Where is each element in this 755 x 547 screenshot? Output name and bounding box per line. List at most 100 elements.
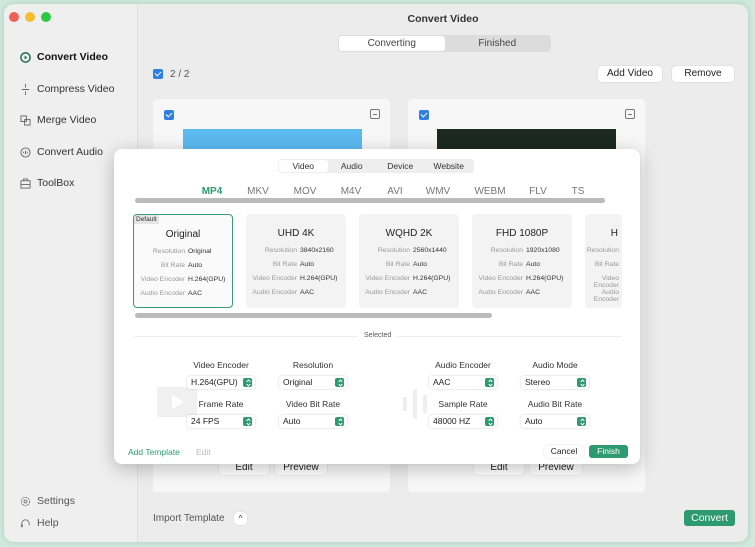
remove-item-icon[interactable] [625, 109, 635, 119]
category-tabs: Video Audio Device Website [278, 159, 474, 173]
sidebar-item-toolbox[interactable]: ToolBox [20, 177, 74, 189]
tab-converting[interactable]: Converting [339, 36, 445, 51]
preset-key: Resolution [264, 247, 297, 254]
format-tab-mp4[interactable]: MP4 [202, 186, 223, 197]
format-tab-wmv[interactable]: WMV [426, 186, 450, 197]
sidebar-item-convert-video[interactable]: Convert Video [20, 51, 108, 63]
preset-key: Audio Encoder [593, 289, 619, 303]
tab-audio[interactable]: Audio [328, 160, 377, 172]
setting-select[interactable]: 48000 HZ [429, 415, 497, 428]
convert-button[interactable]: Convert [684, 510, 735, 526]
select-value: H.264(GPU) [191, 377, 238, 387]
edit-template-link[interactable]: Edit [196, 447, 211, 457]
preset-value: Auto [526, 261, 540, 268]
convert-video-icon [20, 51, 31, 63]
sidebar-item-merge-video[interactable]: Merge Video [20, 114, 96, 126]
stepper-arrows-icon [243, 378, 252, 387]
finish-button[interactable]: Finish [589, 445, 628, 458]
setting-select[interactable]: Auto [279, 415, 347, 428]
select-value: 24 FPS [191, 416, 220, 426]
sidebar-item-convert-audio[interactable]: Convert Audio [20, 146, 103, 158]
format-scrollbar[interactable] [135, 198, 605, 203]
preset-value: AAC [526, 289, 540, 296]
format-tab-mov[interactable]: MOV [294, 186, 317, 197]
minimize-window-button[interactable] [25, 12, 35, 22]
stepper-arrows-icon [243, 417, 252, 426]
setting-select[interactable]: AAC [429, 376, 497, 389]
cancel-button[interactable]: Cancel [544, 445, 584, 458]
setting-label: Audio Mode [532, 360, 578, 370]
tab-device[interactable]: Device [376, 160, 425, 172]
select-value: 48000 HZ [433, 416, 471, 426]
add-video-button[interactable]: Add Video [598, 66, 662, 82]
preset-card[interactable]: FHD 1080P Resolution 1920x1080 Bit Rate Auto… [472, 214, 572, 308]
preset-key: Resolution [152, 248, 185, 255]
video-checkbox[interactable] [419, 110, 429, 120]
sidebar-item-label: Merge Video [37, 114, 97, 126]
preset-name: Original [165, 229, 201, 240]
preset-key: Audio Encoder [252, 289, 297, 296]
format-tab-webm[interactable]: WEBM [474, 186, 505, 197]
preset-scrollbar[interactable] [135, 313, 492, 318]
video-checkbox[interactable] [164, 110, 174, 120]
chevron-up-icon[interactable]: ^ [234, 512, 247, 525]
sidebar-item-settings[interactable]: Settings [20, 495, 75, 507]
zoom-window-button[interactable] [41, 12, 51, 22]
default-badge: Default [134, 215, 159, 224]
setting-select[interactable]: 24 FPS [187, 415, 255, 428]
format-tab-ts[interactable]: TS [572, 186, 585, 197]
format-tab-mkv[interactable]: MKV [247, 186, 269, 197]
format-dialog: Video Audio Device Website MP4 MKV MOV M4V A… [114, 149, 640, 464]
tab-finished[interactable]: Finished [445, 36, 551, 51]
preset-value: H.264(GPU) [188, 276, 226, 283]
sidebar-item-compress-video[interactable]: Compress Video [20, 83, 114, 95]
close-window-button[interactable] [9, 12, 19, 22]
sidebar-item-label: Convert Video [37, 51, 108, 63]
tab-video[interactable]: Video [279, 160, 328, 172]
preset-card[interactable]: WQHD 2K Resolution 2560x1440 Bit Rate Auto Vi… [359, 214, 459, 308]
select-value: Stereo [525, 377, 551, 387]
stepper-arrows-icon [577, 417, 586, 426]
preset-value: AAC [188, 290, 202, 297]
setting-label: Sample Rate [438, 399, 488, 409]
format-tab-m4v[interactable]: M4V [341, 186, 362, 197]
setting-select[interactable]: H.264(GPU) [187, 376, 255, 389]
audio-icon [20, 146, 31, 158]
stepper-arrows-icon [335, 378, 344, 387]
app-window: Convert Video Compress Video Merge Video… [4, 4, 748, 542]
preset-key: Resolution [490, 247, 523, 254]
import-template-label[interactable]: Import Template [153, 513, 225, 524]
preset-name: FHD 1080P [495, 228, 549, 239]
preset-value: AAC [300, 289, 314, 296]
selection-count: 2 / 2 [170, 69, 190, 80]
preset-value: 2560x1440 [413, 247, 447, 254]
remove-item-icon[interactable] [370, 109, 380, 119]
preset-card[interactable]: UHD 4K Resolution 3840x2160 Bit Rate Auto Vid… [246, 214, 346, 308]
add-template-link[interactable]: Add Template [128, 447, 180, 457]
preset-card[interactable]: H Resolution Bit Rate Video Encoder Audio En… [585, 214, 622, 308]
preset-key: Video Encoder [478, 275, 523, 282]
preset-key: Video Encoder [140, 276, 185, 283]
preset-name: WQHD 2K [385, 228, 433, 239]
format-tab-avi[interactable]: AVI [387, 186, 402, 197]
preset-value: H.264(GPU) [413, 275, 451, 282]
preset-value: AAC [413, 289, 427, 296]
preset-card[interactable]: Default Original Resolution Original Bit Rat… [133, 214, 233, 308]
tab-website[interactable]: Website [425, 160, 474, 172]
format-tab-flv[interactable]: FLV [529, 186, 547, 197]
preset-value: Original [188, 248, 212, 255]
setting-select[interactable]: Stereo [521, 376, 589, 389]
preset-name: UHD 4K [277, 228, 315, 239]
sidebar-item-help[interactable]: Help [20, 517, 59, 529]
preset-key: Resolution [377, 247, 410, 254]
sidebar-item-label: Convert Audio [37, 146, 103, 158]
sidebar-item-label: Settings [37, 495, 75, 507]
stepper-arrows-icon [485, 378, 494, 387]
setting-label: Resolution [292, 360, 334, 370]
setting-select[interactable]: Auto [521, 415, 589, 428]
preset-key: Video Encoder [365, 275, 410, 282]
preset-value: Auto [188, 262, 202, 269]
select-all-checkbox[interactable] [153, 69, 163, 79]
remove-button[interactable]: Remove [672, 66, 734, 82]
setting-select[interactable]: Original [279, 376, 347, 389]
